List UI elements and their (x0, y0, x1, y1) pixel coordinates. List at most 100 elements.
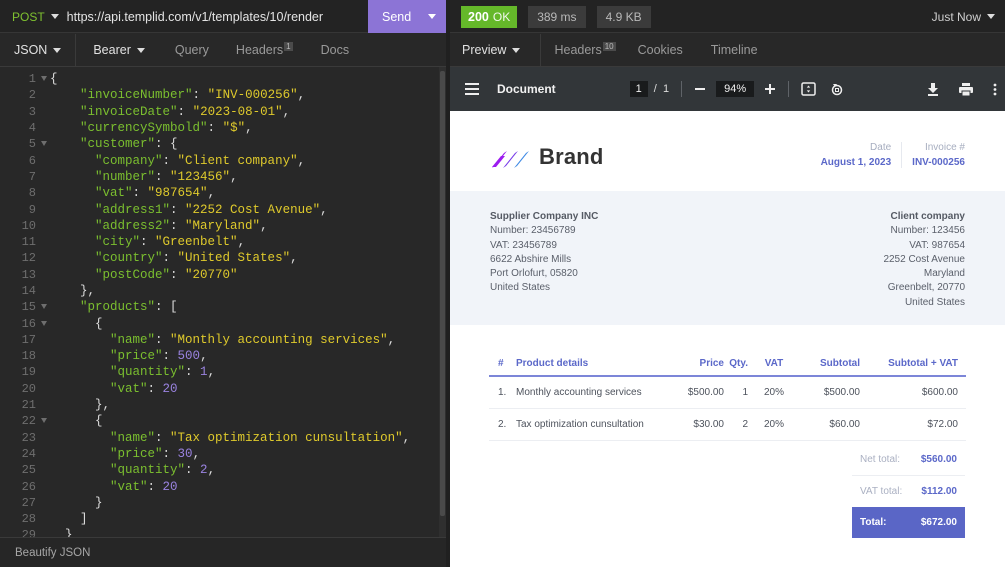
page-number-input[interactable]: 1 (629, 81, 648, 97)
json-punctuation: } (65, 528, 73, 537)
json-key: "city" (95, 235, 141, 250)
print-icon[interactable] (959, 82, 973, 96)
more-options-icon[interactable] (993, 83, 997, 96)
code-line[interactable]: 9 "address1": "2252 Cost Avenue", (0, 201, 446, 217)
code-text: "company": "Client company", (38, 154, 305, 168)
zoom-in-icon[interactable] (764, 83, 776, 95)
chevron-down-icon[interactable] (428, 14, 436, 19)
json-punctuation: ] (80, 512, 88, 527)
tab-timeline[interactable]: Timeline (711, 34, 758, 67)
zoom-out-icon[interactable] (694, 83, 706, 95)
toolbar-divider (788, 81, 790, 97)
code-text: }, (38, 284, 95, 298)
tab-preview[interactable]: Preview (450, 34, 540, 67)
fold-arrow-icon[interactable] (41, 141, 47, 147)
json-punctuation: : (192, 88, 208, 103)
code-line[interactable]: 13 "postCode": "20770" (0, 267, 446, 283)
code-line[interactable]: 28 ] (0, 511, 446, 527)
table-header: # Product details Price Qty. VAT Subtota… (489, 351, 966, 377)
tab-query[interactable]: Query (175, 34, 209, 67)
json-key: "vat" (110, 479, 148, 494)
code-line[interactable]: 18 "price": 500, (0, 348, 446, 364)
tab-cookies[interactable]: Cookies (638, 34, 683, 67)
tab-docs[interactable]: Docs (321, 34, 349, 67)
code-line[interactable]: 6 "company": "Client company", (0, 152, 446, 168)
vat-total-value: $112.00 (921, 486, 957, 497)
code-line[interactable]: 20 "vat": 20 (0, 381, 446, 397)
code-line[interactable]: 27 } (0, 495, 446, 511)
json-punctuation: : (155, 430, 171, 445)
code-text: "quantity": 1, (38, 365, 215, 379)
fold-arrow-icon[interactable] (41, 304, 47, 310)
code-line[interactable]: 4 "currencySymbold": "$", (0, 120, 446, 136)
code-line[interactable]: 1{ (0, 71, 446, 87)
code-line[interactable]: 8 "vat": "987654", (0, 185, 446, 201)
code-line[interactable]: 15 "products": [ (0, 299, 446, 315)
send-button[interactable]: Send (368, 0, 446, 33)
code-line[interactable]: 22 { (0, 413, 446, 429)
tab-auth[interactable]: Bearer (76, 34, 145, 67)
net-total-value: $560.00 (920, 453, 957, 465)
code-line[interactable]: 2 "invoiceNumber": "INV-000256", (0, 87, 446, 103)
line-number: 12 (21, 251, 36, 266)
code-line[interactable]: 16 { (0, 315, 446, 331)
history-dropdown[interactable]: Just Now (932, 10, 995, 24)
fit-page-icon[interactable] (801, 82, 816, 96)
code-line[interactable]: 26 "vat": 20 (0, 478, 446, 494)
code-line[interactable]: 5 "customer": { (0, 136, 446, 152)
json-editor[interactable]: 1{2 "invoiceNumber": "INV-000256", 3 "inv… (0, 67, 446, 537)
json-number: 500 (177, 349, 201, 364)
code-line[interactable]: 12 "country": "United States", (0, 250, 446, 266)
line-number: 28 (21, 512, 36, 527)
method-dropdown[interactable]: POST (12, 10, 59, 24)
fold-arrow-icon[interactable] (41, 418, 47, 424)
code-line[interactable]: 25 "quantity": 2, (0, 462, 446, 478)
code-line[interactable]: 19 "quantity": 1, (0, 364, 446, 380)
tab-label: Timeline (710, 43, 758, 57)
code-line[interactable]: 17 "name": "Monthly accounting services"… (0, 332, 446, 348)
menu-icon[interactable] (465, 83, 479, 95)
tab-headers[interactable]: Headers 1 (236, 34, 293, 67)
beautify-json-button[interactable]: Beautify JSON (15, 547, 90, 559)
json-key: "currencySymbold" (80, 121, 208, 136)
client-line: Number: 123456 (890, 225, 966, 237)
code-text: "invoiceNumber": "INV-000256", (38, 88, 305, 102)
json-punctuation: { (50, 72, 58, 87)
json-punctuation: , (260, 218, 268, 233)
zoom-input[interactable]: 94% (716, 81, 755, 97)
code-line[interactable]: 24 "price": 30, (0, 446, 446, 462)
fold-arrow-icon[interactable] (41, 320, 47, 326)
json-number: 2 (200, 463, 208, 478)
table-row: 1. Monthly accounting services $500.00 1… (489, 377, 966, 409)
json-punctuation: : (185, 463, 201, 478)
scrollbar-thumb[interactable] (440, 71, 445, 516)
line-number: 6 (28, 153, 36, 168)
download-icon[interactable] (927, 82, 939, 96)
response-size: 4.9 KB (596, 5, 651, 28)
tab-body-json[interactable]: JSON (0, 34, 75, 67)
tab-response-headers[interactable]: Headers 10 (554, 34, 616, 67)
rotate-icon[interactable] (830, 82, 844, 96)
col-header-price: Price (699, 357, 724, 369)
code-line[interactable]: 11 "city": "Greenbelt", (0, 234, 446, 250)
code-line[interactable]: 21 }, (0, 397, 446, 413)
json-string: "Maryland" (185, 218, 261, 233)
code-line[interactable]: 14 }, (0, 283, 446, 299)
net-total-label: Net total: (860, 453, 901, 465)
code-line[interactable]: 29 } (0, 527, 446, 537)
fold-arrow-icon[interactable] (41, 76, 47, 82)
cell-vat: 20% (763, 387, 784, 398)
brand-logo-icon (492, 151, 529, 168)
json-key: "address2" (95, 218, 171, 233)
code-line[interactable]: 3 "invoiceDate": "2023-08-01", (0, 104, 446, 120)
code-line[interactable]: 7 "number": "123456", (0, 169, 446, 185)
json-punctuation: : (132, 186, 148, 201)
line-number: 19 (21, 365, 36, 380)
editor-scrollbar[interactable] (439, 67, 446, 537)
json-punctuation: : { (155, 137, 178, 152)
code-line[interactable]: 23 "name": "Tax optimization cunsultatio… (0, 430, 446, 446)
tab-label: JSON (14, 43, 48, 57)
code-line[interactable]: 10 "address2": "Maryland", (0, 218, 446, 234)
